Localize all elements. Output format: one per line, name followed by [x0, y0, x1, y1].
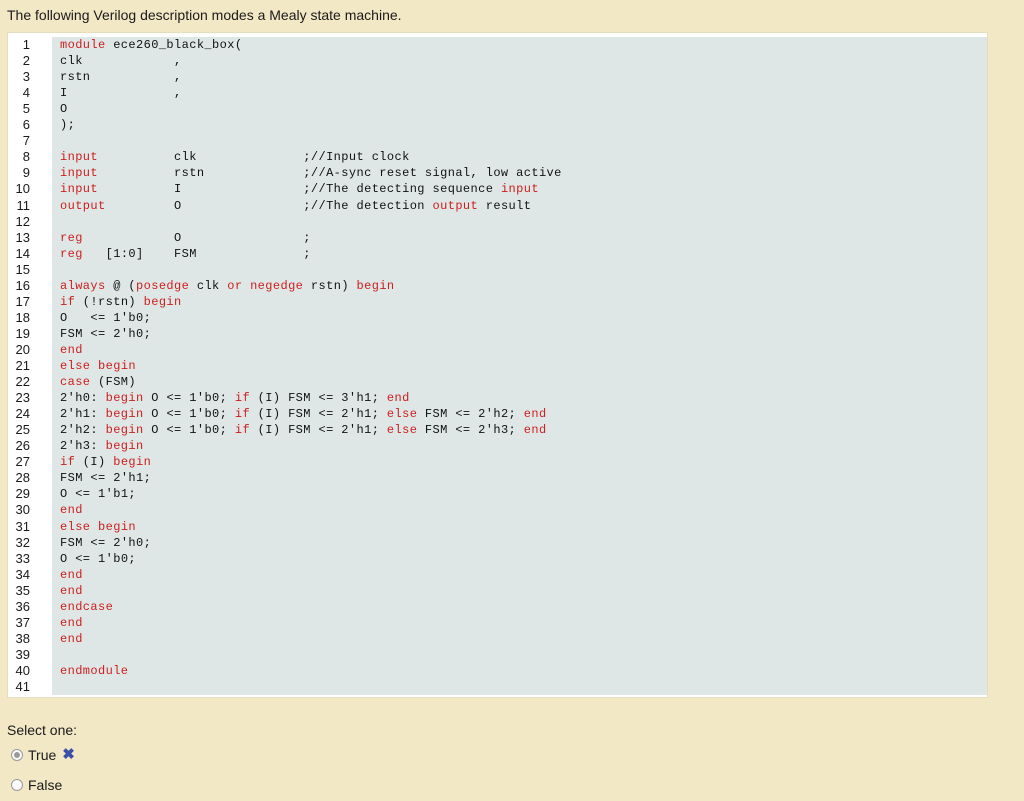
code-line: 2'h2: begin O <= 1'b0; if (I) FSM <= 2'h…	[60, 423, 547, 437]
code-line: input clk ;//Input clock	[60, 150, 410, 164]
code-line: output O ;//The detection output result	[60, 199, 532, 213]
code-line: clk ,	[60, 54, 182, 68]
option-false-label: False	[28, 777, 63, 793]
line-number: 18	[15, 310, 30, 325]
option-true[interactable]: True ✖	[11, 747, 75, 763]
code-line: rstn ,	[60, 70, 182, 84]
line-number: 29	[15, 486, 30, 501]
line-number: 36	[15, 599, 30, 614]
code-line: else begin	[60, 520, 137, 534]
code-line: case (FSM)	[60, 375, 137, 389]
option-true-label: True	[28, 747, 57, 763]
line-number: 17	[15, 294, 30, 309]
line-number: 23	[15, 390, 30, 405]
line-number: 11	[16, 198, 31, 213]
code-line: endcase	[60, 600, 114, 614]
line-number: 24	[15, 406, 30, 421]
code-line: module ece260_black_box(	[60, 38, 243, 52]
option-false[interactable]: False	[11, 777, 62, 793]
code-line: 2'h0: begin O <= 1'b0; if (I) FSM <= 3'h…	[60, 391, 410, 405]
line-number: 31	[15, 519, 30, 534]
code-line: input I ;//The detecting sequence input	[60, 182, 539, 196]
line-number: 33	[15, 551, 30, 566]
line-number: 16	[15, 278, 30, 293]
code-line: else begin	[60, 359, 137, 373]
line-number: 39	[15, 647, 30, 662]
code-line: if (I) begin	[60, 455, 152, 469]
line-number: 21	[15, 358, 30, 373]
line-number: 15	[15, 262, 30, 277]
line-number: 20	[15, 342, 30, 357]
line-number: 13	[15, 230, 30, 245]
line-number: 28	[15, 470, 30, 485]
line-number: 1	[22, 37, 30, 52]
line-number: 12	[15, 214, 30, 229]
code-line: endmodule	[60, 664, 129, 678]
code-line: O <= 1'b0;	[60, 311, 152, 325]
code-line: reg [1:0] FSM ;	[60, 247, 311, 261]
incorrect-x-icon: ✖	[62, 746, 75, 763]
line-number: 27	[15, 454, 30, 469]
line-number: 4	[22, 85, 30, 100]
code-line: always @ (posedge clk or negedge rstn) b…	[60, 279, 395, 293]
line-number: 5	[22, 101, 30, 116]
code-line: O <= 1'b1;	[60, 487, 137, 501]
code-line: end	[60, 616, 83, 630]
code-line: FSM <= 2'h0;	[60, 327, 152, 341]
code-line: 2'h3: begin	[60, 439, 144, 453]
line-number: 8	[22, 149, 30, 164]
code-line: input rstn ;//A-sync reset signal, low a…	[60, 166, 562, 180]
code-line: end	[60, 568, 83, 582]
line-number: 35	[15, 583, 30, 598]
code-line: );	[60, 118, 76, 132]
line-number: 25	[15, 422, 30, 437]
line-number: 40	[15, 663, 30, 678]
code-line: if (!rstn) begin	[60, 295, 182, 309]
line-number: 37	[15, 615, 30, 630]
line-number: 3	[22, 69, 30, 84]
line-number: 19	[15, 326, 30, 341]
radio-true[interactable]	[11, 749, 23, 761]
code-listing: module ece260_black_box(clk , rstn , I , O)…	[52, 37, 987, 695]
code-line: FSM <= 2'h1;	[60, 471, 152, 485]
code-line: end	[60, 343, 83, 357]
line-number: 7	[22, 133, 30, 148]
code-line: 2'h1: begin O <= 1'b0; if (I) FSM <= 2'h…	[60, 407, 547, 421]
line-number: 2	[22, 53, 30, 68]
code-block: 1 2 3 4 5 6 7 8 9 10 11 12 13 14 15 16 17 18 19 20 21 22 23 24 2…	[7, 32, 988, 698]
question-text: The following Verilog description modes …	[7, 7, 402, 23]
line-number: 34	[15, 567, 30, 582]
radio-false[interactable]	[11, 779, 23, 791]
line-number: 38	[15, 631, 30, 646]
line-number: 32	[15, 535, 30, 550]
code-line: reg O ;	[60, 231, 311, 245]
line-number: 10	[15, 181, 30, 196]
code-line: O <= 1'b0;	[60, 552, 137, 566]
line-number: 41	[15, 679, 30, 694]
line-number: 22	[15, 374, 30, 389]
code-line: end	[60, 584, 83, 598]
code-line: I ,	[60, 86, 182, 100]
select-one-label: Select one:	[7, 722, 78, 738]
code-line: O	[60, 102, 68, 116]
line-number: 30	[15, 502, 30, 517]
line-number: 26	[15, 438, 30, 453]
line-number: 9	[22, 165, 30, 180]
line-number: 14	[15, 246, 30, 261]
line-number: 6	[22, 117, 30, 132]
code-line: end	[60, 503, 83, 517]
code-line: end	[60, 632, 83, 646]
code-line: FSM <= 2'h0;	[60, 536, 152, 550]
